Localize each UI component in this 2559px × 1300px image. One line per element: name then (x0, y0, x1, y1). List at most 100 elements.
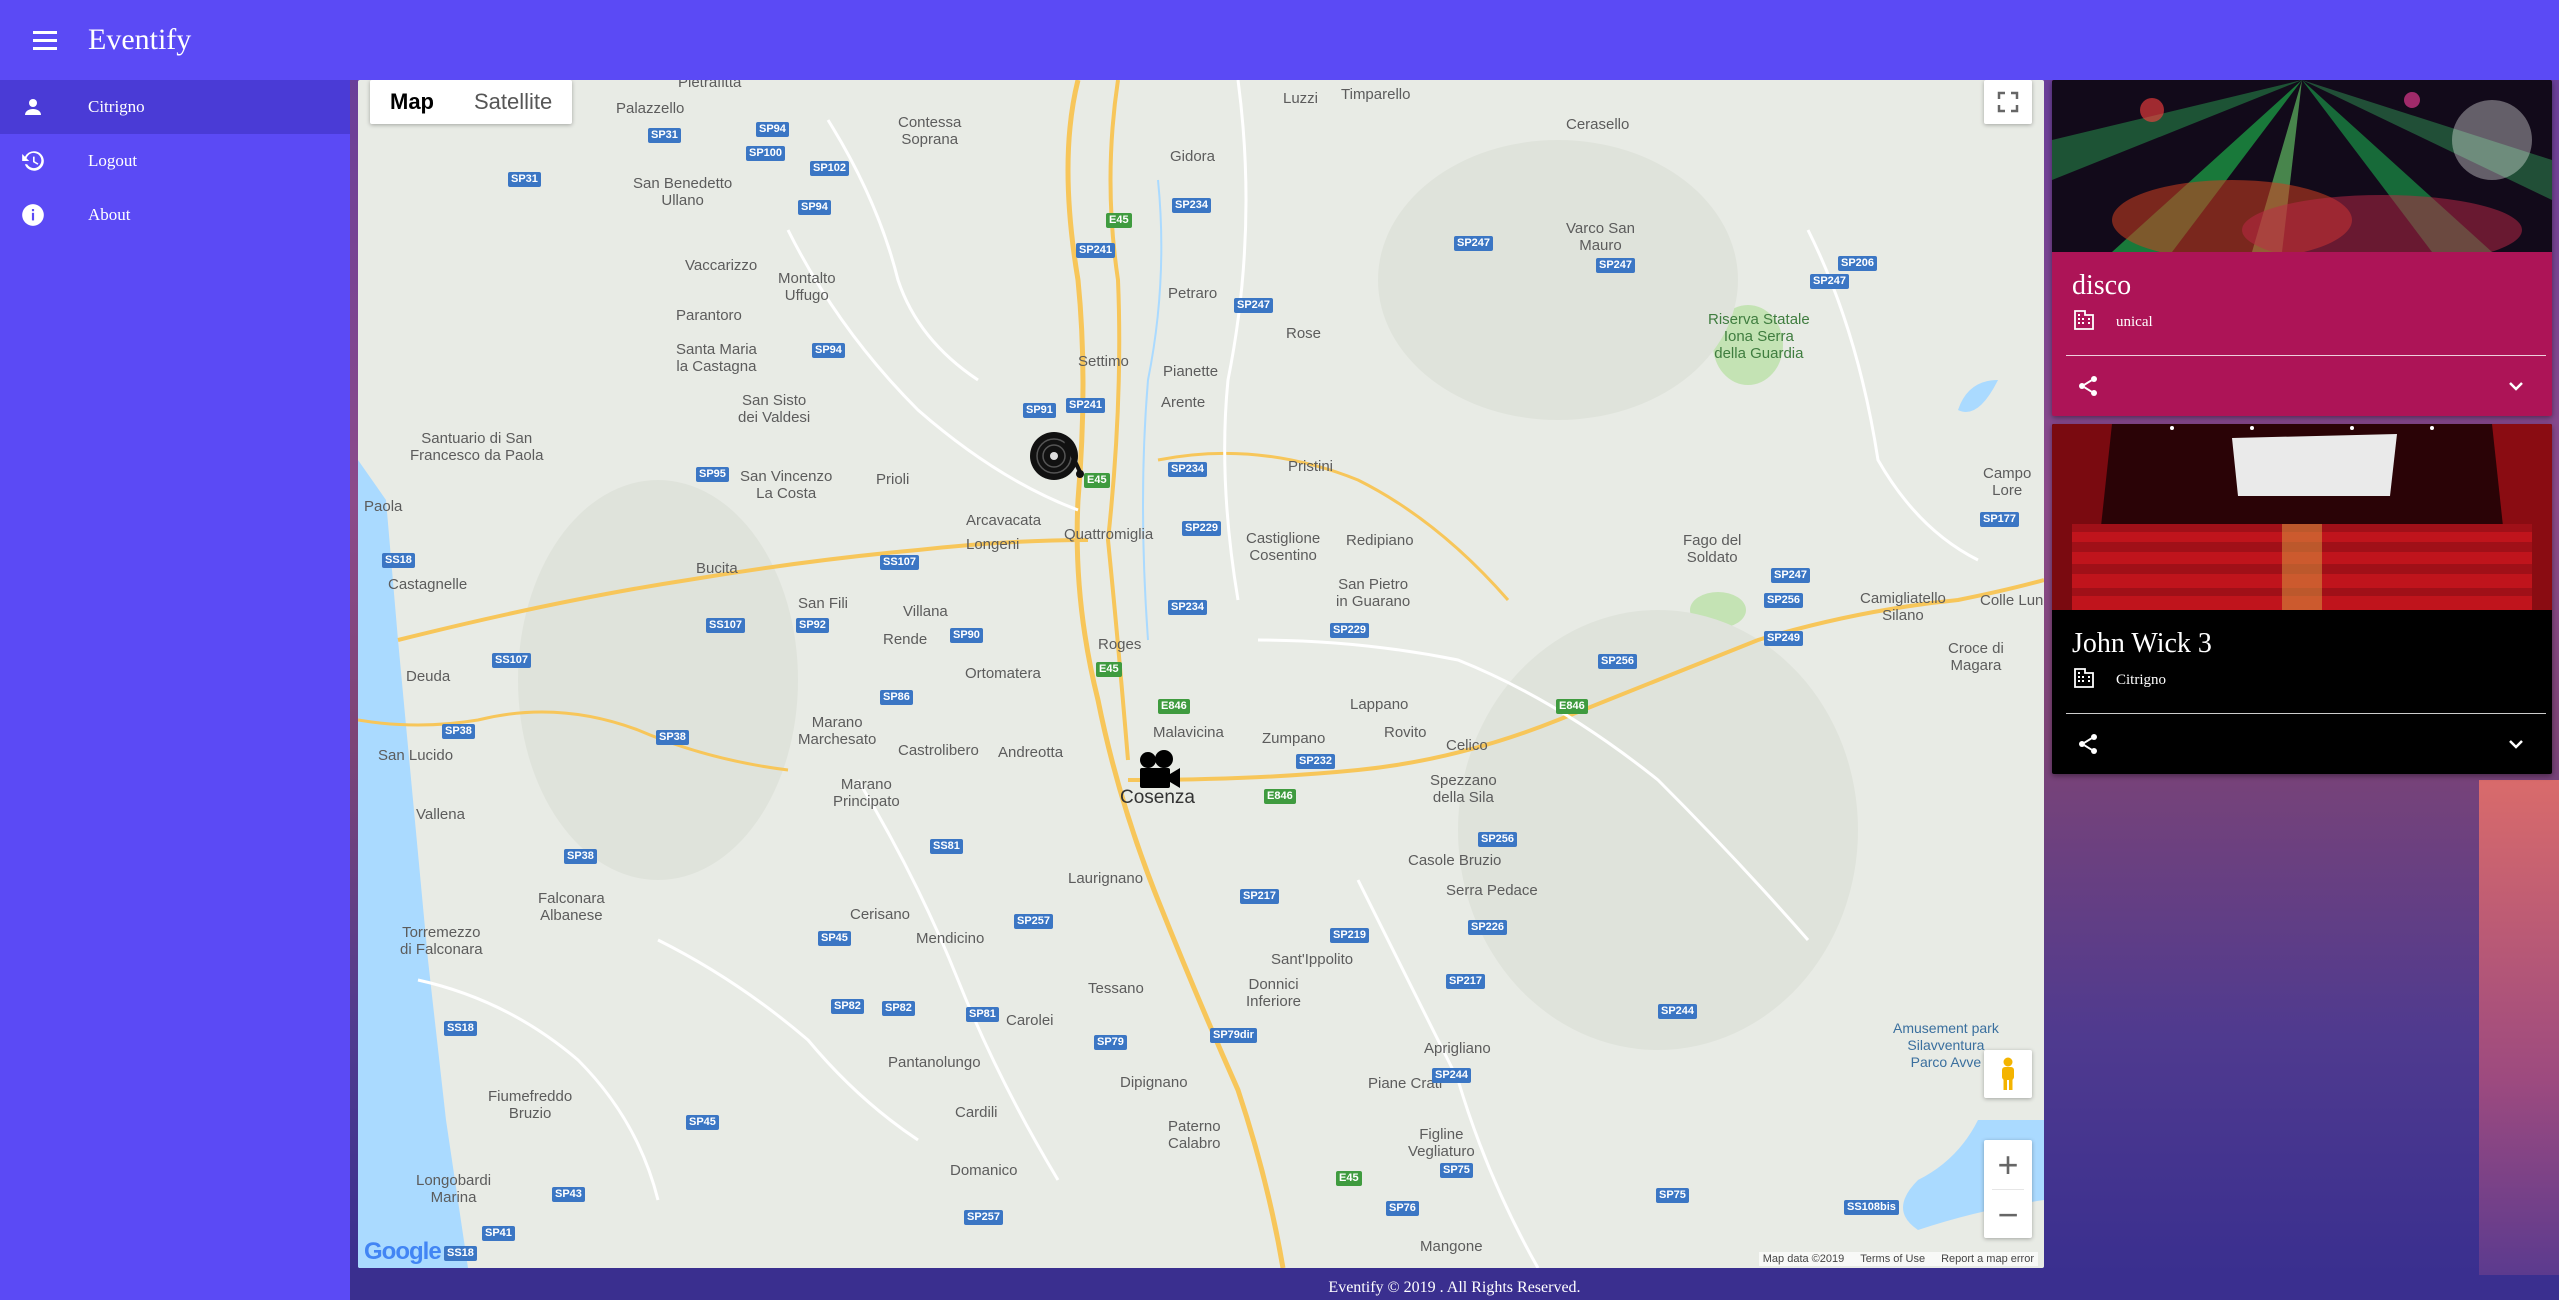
road-shield: SP45 (686, 1115, 719, 1130)
road-shield: SP38 (442, 724, 475, 739)
place-label: Aprigliano (1424, 1040, 1491, 1057)
road-shield: E45 (1106, 213, 1132, 228)
place-label: Longobardi Marina (416, 1172, 492, 1206)
road-shield: SP95 (696, 467, 729, 482)
road-shield: SP31 (648, 128, 681, 143)
road-shield: SP41 (482, 1226, 515, 1241)
place-label: Montalto Uffugo (778, 270, 836, 304)
sidebar-item-about[interactable]: About (0, 188, 350, 242)
sidebar-item-logout[interactable]: Logout (0, 134, 350, 188)
map-base (358, 80, 2044, 1268)
road-shield: SS18 (382, 553, 415, 568)
event-card-body: John Wick 3 Citrigno (2052, 610, 2552, 701)
road-shield: SP177 (1980, 512, 2020, 527)
place-label: Zumpano (1262, 730, 1326, 747)
place-label: Pantanolungo (888, 1054, 981, 1071)
map-attribution: Map data ©2019 Terms of Use Report a map… (1758, 1252, 2038, 1266)
building-icon (2072, 308, 2096, 337)
road-shield: E45 (1096, 662, 1122, 677)
place-label: Amusement park Silavventura Parco Avve (1893, 1020, 1999, 1070)
pegman-icon[interactable] (1984, 1050, 2032, 1098)
road-shield: SP94 (812, 343, 845, 358)
place-label: Pianette (1163, 363, 1219, 380)
road-shield: SP45 (818, 931, 851, 946)
map-type-map-button[interactable]: Map (370, 80, 454, 124)
road-shield: SP247 (1454, 236, 1494, 251)
place-label: Camigliatello Silano (1860, 590, 1946, 624)
place-label: Rovito (1384, 724, 1427, 741)
place-label: Varco San Mauro (1566, 220, 1635, 254)
event-image (2052, 80, 2552, 252)
place-label: Spezzano della Sila (1430, 772, 1497, 806)
road-shield: SP244 (1658, 1004, 1698, 1019)
zoom-out-button[interactable]: − (1984, 1190, 2032, 1239)
disco-marker-icon[interactable] (1028, 428, 1088, 493)
road-shield: SP247 (1771, 568, 1811, 583)
place-label: Falconara Albanese (538, 890, 605, 924)
sidebar-item-label: Logout (88, 151, 138, 170)
place-label: Malavicina (1153, 724, 1224, 741)
place-label: Pristini (1288, 458, 1334, 475)
place-label: Longeni (966, 536, 1020, 553)
zoom-control: + − (1984, 1140, 2032, 1238)
place-label: Santuario di San Francesco da Paola (410, 430, 544, 464)
road-shield: SP43 (552, 1187, 585, 1202)
road-shield: SP82 (882, 1001, 915, 1016)
road-shield: SP75 (1440, 1163, 1473, 1178)
road-shield: SP79dir (1210, 1028, 1257, 1043)
road-shield: SP234 (1172, 198, 1212, 213)
event-title: John Wick 3 (2072, 628, 2212, 659)
map-data-text: Map data ©2019 (1762, 1253, 1845, 1265)
place-label: Pietrafitta (678, 80, 742, 91)
place-label: Campo Lore (1983, 465, 2032, 499)
place-label: Prioli (876, 471, 910, 488)
event-card-john-wick-3[interactable]: John Wick 3 Citrigno (2052, 424, 2552, 774)
zoom-in-button[interactable]: + (1984, 1140, 2032, 1189)
place-label: Vallena (416, 806, 465, 823)
place-label: Rende (883, 631, 928, 648)
event-location: unical (2072, 308, 2532, 337)
map[interactable]: Pietrafitta Palazzello Contessa Soprana … (358, 80, 2044, 1268)
event-card-disco[interactable]: disco unical (2052, 80, 2552, 416)
cinema-marker-icon[interactable] (1136, 748, 1182, 799)
place-label: Marano Marchesato (798, 714, 877, 748)
road-shield: SP234 (1168, 600, 1208, 615)
place-label: Roges (1098, 636, 1142, 653)
event-location-label: unical (2116, 314, 2153, 330)
event-title: disco (2072, 270, 2132, 301)
event-image (2052, 424, 2552, 610)
share-icon[interactable] (2072, 370, 2104, 402)
road-shield: SP76 (1386, 1201, 1419, 1216)
road-shield: SS18 (444, 1021, 477, 1036)
place-label: Andreotta (998, 744, 1064, 761)
road-shield: SS81 (930, 839, 963, 854)
road-shield: SP241 (1076, 243, 1116, 258)
map-type-satellite-button[interactable]: Satellite (454, 80, 572, 124)
place-label: Paola (364, 498, 403, 515)
fullscreen-icon[interactable] (1984, 80, 2032, 124)
place-label: Santa Maria la Castagna (676, 341, 757, 375)
place-label: Celico (1446, 737, 1488, 754)
footer: Eventify © 2019 . All Rights Reserved. (350, 1275, 2559, 1300)
road-shield: SP94 (756, 122, 789, 137)
footer-text: Eventify © 2019 . All Rights Reserved. (1328, 1279, 1581, 1296)
menu-icon[interactable] (20, 15, 70, 65)
road-shield: SP100 (746, 146, 786, 161)
share-icon[interactable] (2072, 728, 2104, 760)
road-shield: E846 (1556, 699, 1588, 714)
terms-of-use-link[interactable]: Terms of Use (1860, 1253, 1925, 1265)
road-shield: SP229 (1330, 623, 1370, 638)
place-label: Cerisano (850, 906, 911, 923)
place-label: Settimo (1078, 353, 1129, 370)
road-shield: SP94 (798, 200, 831, 215)
road-shield: SP226 (1468, 920, 1508, 935)
place-label: San Vincenzo La Costa (740, 468, 833, 502)
place-label: Castagnelle (388, 576, 468, 593)
road-shield: SP79 (1094, 1035, 1127, 1050)
expand-icon[interactable] (2500, 728, 2532, 760)
road-shield: SP90 (950, 628, 983, 643)
sidebar-item-citrigno[interactable]: Citrigno (0, 80, 350, 134)
expand-icon[interactable] (2500, 370, 2532, 402)
road-shield: E45 (1336, 1171, 1362, 1186)
report-map-error-link[interactable]: Report a map error (1941, 1253, 2034, 1265)
